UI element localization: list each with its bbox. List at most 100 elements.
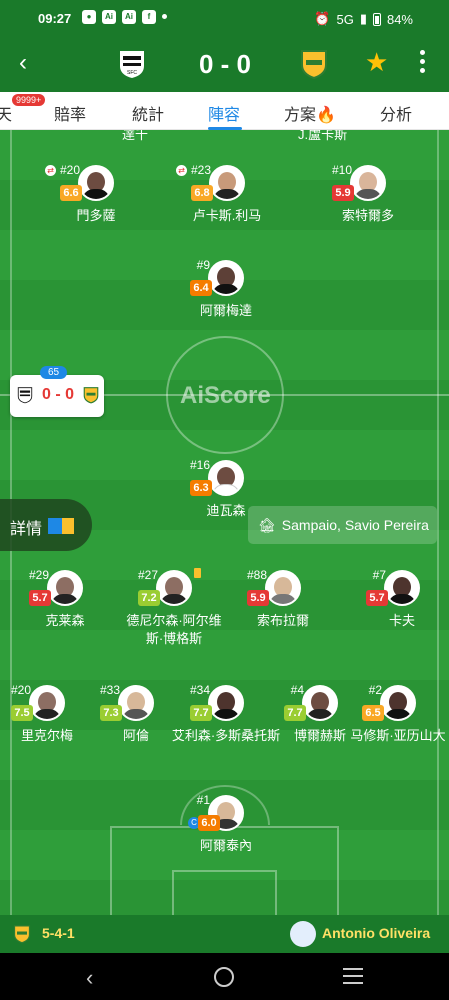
player-rating: 5.7 (366, 590, 388, 606)
tab-plans[interactable]: 方案🔥 (284, 101, 336, 125)
more-options-icon[interactable] (412, 50, 432, 77)
tab-chat-label: 天 (0, 107, 13, 124)
coach-name[interactable]: Antonio Oliveira (322, 925, 430, 941)
player-avatar (208, 460, 244, 496)
player-avatar (209, 165, 245, 201)
player-rating: 6.5 (362, 705, 384, 721)
player-rating: 7.7 (190, 705, 212, 721)
match-header: ‹ SFC 0 - 0 ★ (0, 36, 449, 92)
tab-lineup[interactable]: 陣容 (208, 101, 240, 125)
home-team-logo[interactable]: SFC (116, 48, 148, 80)
details-label: 詳情 (10, 521, 43, 538)
player-card[interactable]: #9 6.4 阿爾梅達 (176, 258, 276, 350)
alarm-icon: ⏰ (314, 11, 331, 26)
player-card[interactable]: #88 5.9 索布拉爾 (233, 568, 333, 660)
player-rating: 6.3 (190, 480, 212, 496)
yellow-card-icon (194, 568, 201, 578)
player-avatar (29, 685, 65, 721)
player-card[interactable]: ⇄ #20 6.6 門多薩 (45, 163, 146, 255)
partial-player-name: 達千 (122, 130, 149, 142)
network-label: 5G (336, 11, 354, 27)
player-rating: 7.5 (11, 705, 33, 721)
coach-avatar (290, 921, 316, 947)
back-arrow-icon[interactable]: ‹ (10, 50, 36, 76)
nav-recent-apps-icon[interactable] (343, 968, 363, 989)
favorite-star-icon[interactable]: ★ (365, 47, 388, 78)
svg-text:SFC: SFC (127, 70, 137, 76)
substitution-icon: ⇄ (176, 165, 187, 176)
tab-stats-label: 統計 (132, 107, 165, 124)
player-number: #20 (59, 163, 80, 177)
player-name: 卡夫 (388, 613, 415, 628)
nav-home-icon[interactable] (214, 967, 234, 987)
player-number: #34 (189, 683, 210, 697)
message-icon: ● (82, 10, 96, 24)
player-name: 索布拉爾 (256, 613, 309, 628)
player-avatar (118, 685, 154, 721)
player-card[interactable]: #7 5.7 卡夫 (352, 568, 449, 660)
player-avatar (78, 165, 114, 201)
details-button[interactable]: 詳情 (0, 499, 92, 551)
nav-back-icon[interactable]: ‹ (86, 965, 93, 991)
lineup-pitch: AiScore 達千 J.盧卡斯 ⇄ #20 6.6 門多薩 ⇄ #23 6.8… (0, 130, 449, 915)
fire-icon: 🔥 (316, 107, 336, 124)
referee-name: Sampaio, Savio Pereira (281, 517, 429, 533)
player-number: #9 (196, 258, 210, 272)
tab-lineup-label: 陣容 (208, 107, 241, 124)
signal-icon: ▮ (359, 11, 367, 26)
player-card[interactable]: #1 C 6.0 阿爾泰內 (176, 793, 276, 885)
tab-analysis[interactable]: 分析 (380, 101, 412, 125)
player-card[interactable]: #2 6.5 马修斯·亚历山大 (348, 683, 448, 775)
facebook-icon: f (142, 10, 156, 24)
player-avatar (208, 260, 244, 296)
player-card[interactable]: #29 5.7 克莱森 (15, 568, 115, 660)
watermark: AiScore (180, 382, 271, 409)
tab-analysis-label: 分析 (380, 107, 413, 124)
ai-app-icon: Ai (102, 10, 116, 24)
player-name: 迪瓦森 (206, 503, 246, 518)
substitution-icon: ⇄ (45, 165, 56, 176)
details-flag-icon (48, 518, 74, 534)
player-name: 德尼尔森·阿尔维斯·博格斯 (126, 613, 222, 646)
player-name: 卢卡斯.利马 (192, 208, 262, 223)
player-number: #16 (189, 458, 210, 472)
player-card[interactable]: #27 7.2 德尼尔森·阿尔维斯·博格斯 (124, 568, 224, 660)
tab-odds-label: 賠率 (54, 107, 87, 124)
ai-app-icon-2: Ai (122, 10, 136, 24)
player-number: #23 (190, 163, 211, 177)
tab-chat[interactable]: 天 (0, 101, 12, 125)
player-number: #4 (290, 683, 304, 697)
player-number: #27 (137, 568, 158, 582)
player-name: 阿爾泰內 (199, 838, 252, 853)
player-rating: 6.8 (191, 185, 213, 201)
player-rating: 6.0 (198, 815, 220, 831)
status-right: ⏰ 5G ▮ 84% (314, 11, 413, 27)
system-nav-bar: ‹ (0, 953, 449, 1000)
team-logo-small (13, 925, 31, 944)
tab-odds[interactable]: 賠率 (54, 101, 86, 125)
status-time: 09:27 (38, 11, 72, 26)
player-number: #88 (246, 568, 267, 582)
away-team-logo-small (83, 387, 99, 404)
mini-score-value: 0 - 0 (42, 386, 75, 403)
mini-score-widget[interactable]: 65 0 - 0 (10, 366, 104, 417)
tab-stats[interactable]: 統計 (132, 101, 164, 125)
player-number: #10 (331, 163, 352, 177)
player-name: 阿爾梅達 (199, 303, 252, 318)
player-number: #2 (368, 683, 382, 697)
player-card[interactable]: #16 6.3 迪瓦森 (176, 458, 276, 550)
match-score: 0 - 0 (198, 49, 252, 79)
player-rating: 5.7 (29, 590, 51, 606)
formation-label: 5-4-1 (42, 925, 75, 941)
player-number: #33 (99, 683, 120, 697)
player-card[interactable]: #10 5.9 索特爾多 (318, 163, 418, 255)
partial-player-name: J.盧卡斯 (298, 130, 348, 142)
player-number: #20 (10, 683, 31, 697)
player-card[interactable]: ⇄ #23 6.8 卢卡斯.利马 (176, 163, 277, 255)
lineup-footer: 5-4-1 Antonio Oliveira (0, 915, 449, 953)
away-team-logo[interactable] (298, 48, 330, 80)
dot-icon (162, 14, 167, 19)
player-avatar (350, 165, 386, 201)
player-avatar (380, 685, 416, 721)
home-team-logo-small (17, 387, 33, 404)
